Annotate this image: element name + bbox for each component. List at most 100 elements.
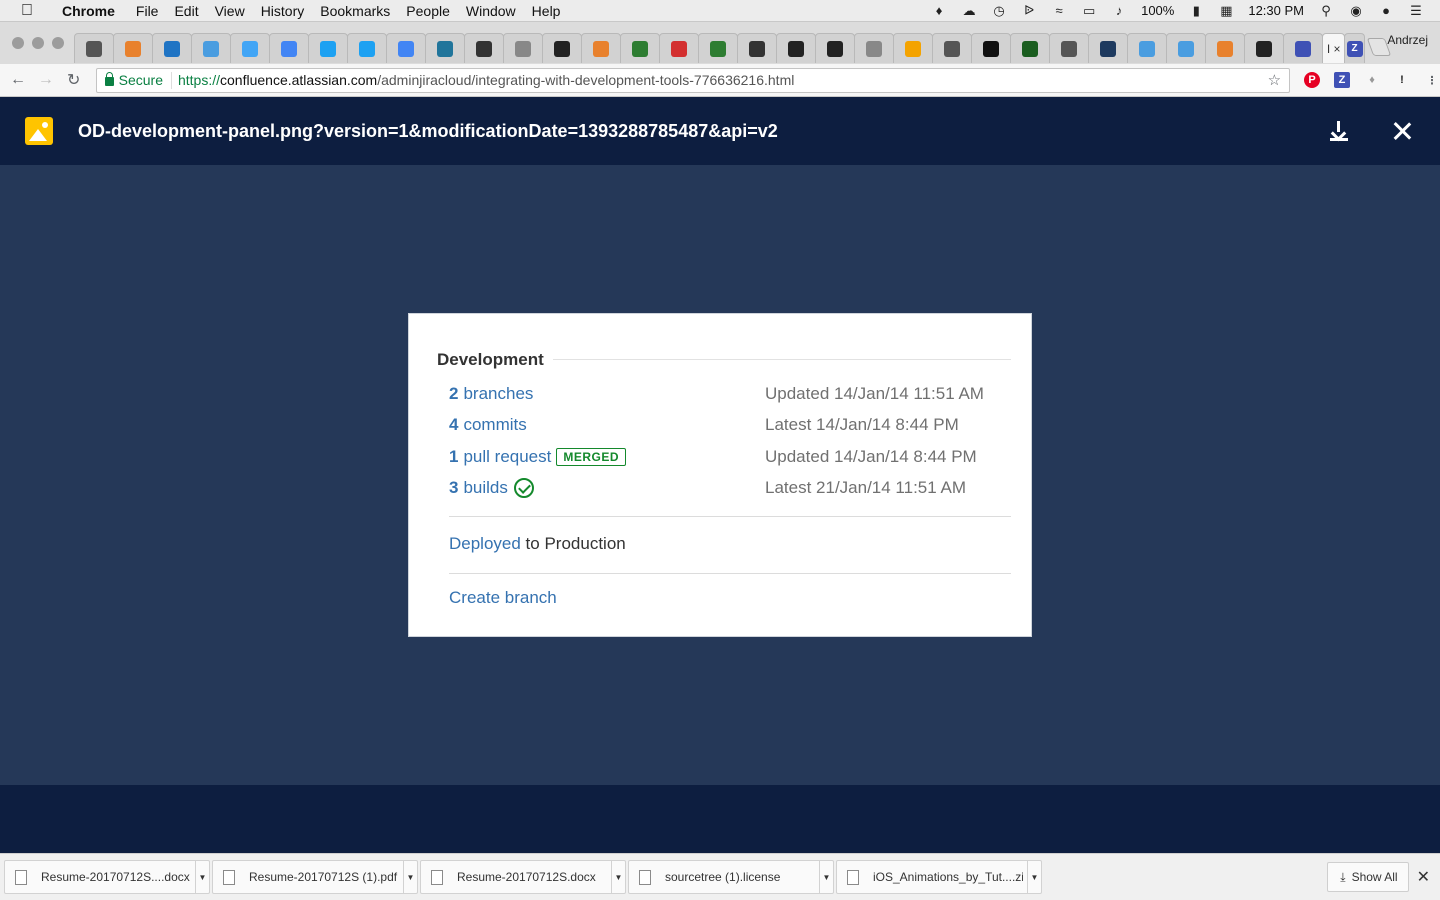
clock[interactable]: 12:30 PM xyxy=(1248,3,1304,18)
browser-tab[interactable] xyxy=(659,33,699,63)
close-icon[interactable] xyxy=(1392,121,1412,141)
browser-tab[interactable] xyxy=(1010,33,1050,63)
browser-tab[interactable] xyxy=(113,33,153,63)
browser-tab[interactable] xyxy=(191,33,231,63)
tab-favicon xyxy=(866,40,882,57)
browser-tab[interactable] xyxy=(230,33,270,63)
browser-tab[interactable] xyxy=(854,33,894,63)
browser-tab[interactable] xyxy=(1049,33,1089,63)
tab-favicon xyxy=(632,40,648,57)
download-item[interactable]: Resume-20170712S.docx ▼ xyxy=(420,860,626,894)
security-indicator[interactable]: Secure xyxy=(97,71,172,89)
close-downloads-icon[interactable]: ✕ xyxy=(1417,867,1430,887)
browser-tab[interactable] xyxy=(776,33,816,63)
download-item[interactable]: Resume-20170712S (1).pdf ▼ xyxy=(212,860,418,894)
volume-icon[interactable]: ♪ xyxy=(1111,3,1127,18)
development-panel-image: Development 2 branches Updated 14/Jan/14 … xyxy=(408,313,1032,637)
browser-tab[interactable] xyxy=(971,33,1011,63)
download-menu-caret[interactable]: ▼ xyxy=(1027,861,1041,893)
close-window-button[interactable] xyxy=(12,37,24,49)
browser-tab[interactable] xyxy=(1244,33,1284,63)
branches-link: 2 branches xyxy=(449,384,534,403)
tab-favicon xyxy=(1178,40,1194,57)
browser-tab[interactable] xyxy=(737,33,777,63)
browser-tab[interactable] xyxy=(1205,33,1245,63)
tab-active[interactable]: I × xyxy=(1322,33,1346,63)
minimize-window-button[interactable] xyxy=(32,37,44,49)
bluetooth-icon[interactable]: ᐉ xyxy=(1021,3,1037,18)
extensions-area: P Z ♦ ! ⋮ xyxy=(1304,72,1440,88)
download-menu-caret[interactable]: ▼ xyxy=(403,861,417,893)
browser-tab[interactable] xyxy=(1088,33,1128,63)
browser-tab[interactable] xyxy=(152,33,192,63)
browser-tab[interactable] xyxy=(347,33,387,63)
download-item[interactable]: sourcetree (1).license ▼ xyxy=(628,860,834,894)
heading-divider xyxy=(553,359,1011,360)
zeplin-extension-icon[interactable]: Z xyxy=(1334,72,1351,88)
download-item[interactable]: Resume-20170712S....docx ▼ xyxy=(4,860,210,894)
browser-tab[interactable] xyxy=(893,33,933,63)
browser-tab[interactable] xyxy=(1283,33,1323,63)
menu-app-name[interactable]: Chrome xyxy=(54,3,128,19)
menu-view[interactable]: View xyxy=(207,3,253,19)
download-menu-caret[interactable]: ▼ xyxy=(195,861,209,893)
download-item[interactable]: iOS_Animations_by_Tut....zip ▼ xyxy=(836,860,1042,894)
secure-label: Secure xyxy=(118,72,163,88)
battery-icon[interactable]: ▮ xyxy=(1188,3,1204,18)
menu-edit[interactable]: Edit xyxy=(166,3,206,19)
tab-zeplin[interactable]: Z xyxy=(1344,33,1365,63)
browser-tab[interactable] xyxy=(1166,33,1206,63)
browser-tab[interactable] xyxy=(269,33,309,63)
browser-tab[interactable] xyxy=(425,33,465,63)
browser-tab[interactable] xyxy=(815,33,855,63)
commits-link: 4 commits xyxy=(449,415,527,434)
download-icon[interactable] xyxy=(1330,121,1348,141)
tab-favicon xyxy=(554,40,570,57)
browser-tab[interactable] xyxy=(74,33,114,63)
siri-icon[interactable]: ◉ xyxy=(1348,3,1364,18)
menu-bookmarks[interactable]: Bookmarks xyxy=(312,3,398,19)
wifi-icon[interactable]: ≈ xyxy=(1051,3,1067,18)
browser-tab[interactable] xyxy=(620,33,660,63)
calendar-icon[interactable]: ▦ xyxy=(1218,3,1234,18)
user-icon[interactable]: ● xyxy=(1378,3,1394,18)
exclamation-extension-icon[interactable]: ! xyxy=(1394,72,1410,88)
back-icon[interactable]: ← xyxy=(4,71,32,89)
menu-history[interactable]: History xyxy=(253,3,313,19)
zoom-window-button[interactable] xyxy=(52,37,64,49)
menu-people[interactable]: People xyxy=(398,3,458,19)
reload-icon[interactable]: ↻ xyxy=(60,70,88,90)
menubar-status-area: ♦ ☁ ◷ ᐉ ≈ ▭ ♪ 100% ▮ ▦ 12:30 PM ⚲ ◉ ● ☰ xyxy=(931,3,1440,19)
cloud-icon[interactable]: ☁ xyxy=(961,3,977,18)
pinterest-extension-icon[interactable]: P xyxy=(1304,72,1321,88)
dropbox-icon[interactable]: ♦ xyxy=(931,3,947,18)
browser-tab[interactable] xyxy=(386,33,426,63)
browser-tab[interactable] xyxy=(932,33,972,63)
browser-tab[interactable] xyxy=(542,33,582,63)
browser-tab[interactable] xyxy=(308,33,348,63)
apple-menu-icon[interactable]:  xyxy=(0,2,54,20)
forward-icon[interactable]: → xyxy=(32,71,60,89)
download-menu-caret[interactable]: ▼ xyxy=(819,861,833,893)
show-all-downloads-button[interactable]: ⤓ Show All xyxy=(1327,862,1409,892)
download-menu-caret[interactable]: ▼ xyxy=(611,861,625,893)
menu-window[interactable]: Window xyxy=(458,3,524,19)
notification-center-icon[interactable]: ☰ xyxy=(1408,3,1424,18)
browser-tab[interactable] xyxy=(464,33,504,63)
browser-tab[interactable] xyxy=(581,33,621,63)
browser-tab[interactable] xyxy=(1127,33,1167,63)
browser-tab[interactable] xyxy=(503,33,543,63)
document-icon xyxy=(639,869,651,885)
time-machine-icon[interactable]: ◷ xyxy=(991,3,1007,18)
bookmark-star-icon[interactable]: ☆ xyxy=(1268,71,1289,89)
airplay-icon[interactable]: ▭ xyxy=(1081,3,1097,18)
profile-name[interactable]: Andrzej xyxy=(1387,33,1440,47)
menu-file[interactable]: File xyxy=(128,3,167,19)
spotlight-search-icon[interactable]: ⚲ xyxy=(1318,3,1334,18)
menu-help[interactable]: Help xyxy=(524,3,569,19)
chrome-menu-icon[interactable]: ⋮ xyxy=(1424,72,1440,88)
address-bar[interactable]: Secure https://confluence.atlassian.com/… xyxy=(95,67,1291,93)
dropbox-extension-icon[interactable]: ♦ xyxy=(1364,72,1380,88)
tab-favicon xyxy=(1295,40,1311,57)
browser-tab[interactable] xyxy=(698,33,738,63)
